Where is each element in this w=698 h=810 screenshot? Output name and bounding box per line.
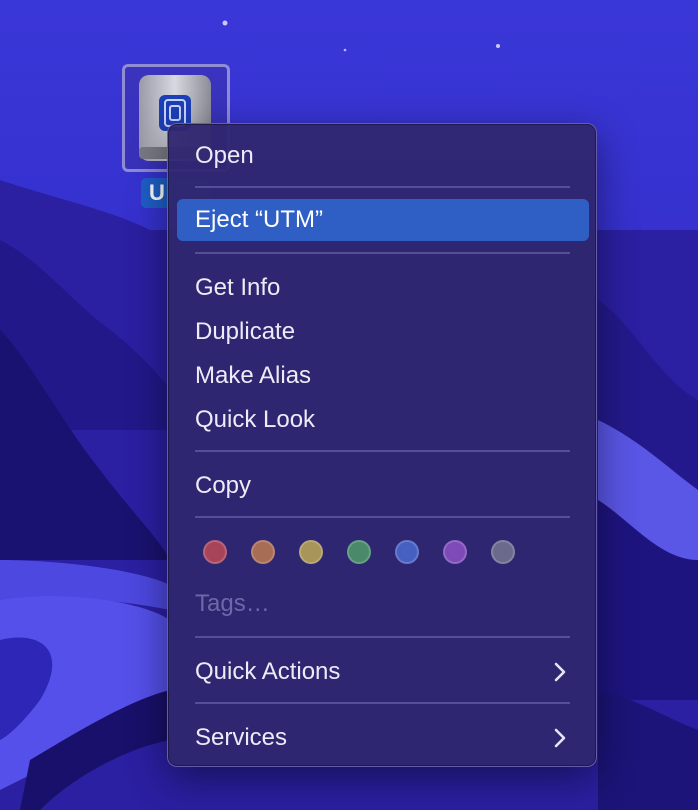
- menu-item-tags[interactable]: Tags…: [177, 583, 589, 625]
- menu-item-quick-look[interactable]: Quick Look: [177, 399, 589, 441]
- tag-dot-blue[interactable]: [395, 540, 419, 564]
- desktop: U Open Eject “UTM” Get Info Duplicate Ma…: [0, 0, 698, 810]
- tag-dot-purple[interactable]: [443, 540, 467, 564]
- menu-separator: [195, 516, 570, 518]
- menu-item-get-info[interactable]: Get Info: [177, 267, 589, 309]
- menu-item-services-label: Services: [195, 724, 288, 751]
- menu-separator: [195, 636, 570, 638]
- tag-dot-red[interactable]: [203, 540, 227, 564]
- chevron-right-icon: [554, 728, 566, 748]
- chevron-right-icon: [554, 662, 566, 682]
- menu-item-quick-actions-label: Quick Actions: [195, 658, 341, 685]
- menu-item-services[interactable]: Services: [177, 717, 589, 759]
- tag-dot-green[interactable]: [347, 540, 371, 564]
- tag-dot-orange[interactable]: [251, 540, 275, 564]
- menu-separator: [195, 186, 570, 188]
- menu-item-copy[interactable]: Copy: [177, 465, 589, 507]
- menu-separator: [195, 252, 570, 254]
- menu-item-eject[interactable]: Eject “UTM”: [177, 199, 589, 241]
- tag-dot-yellow[interactable]: [299, 540, 323, 564]
- menu-separator: [195, 702, 570, 704]
- tag-dot-gray[interactable]: [491, 540, 515, 564]
- context-menu: Open Eject “UTM” Get Info Duplicate Make…: [167, 123, 597, 767]
- menu-separator: [195, 450, 570, 452]
- menu-item-duplicate[interactable]: Duplicate: [177, 311, 589, 353]
- menu-item-quick-actions[interactable]: Quick Actions: [177, 651, 589, 693]
- menu-item-open[interactable]: Open: [177, 135, 589, 177]
- menu-item-make-alias[interactable]: Make Alias: [177, 355, 589, 397]
